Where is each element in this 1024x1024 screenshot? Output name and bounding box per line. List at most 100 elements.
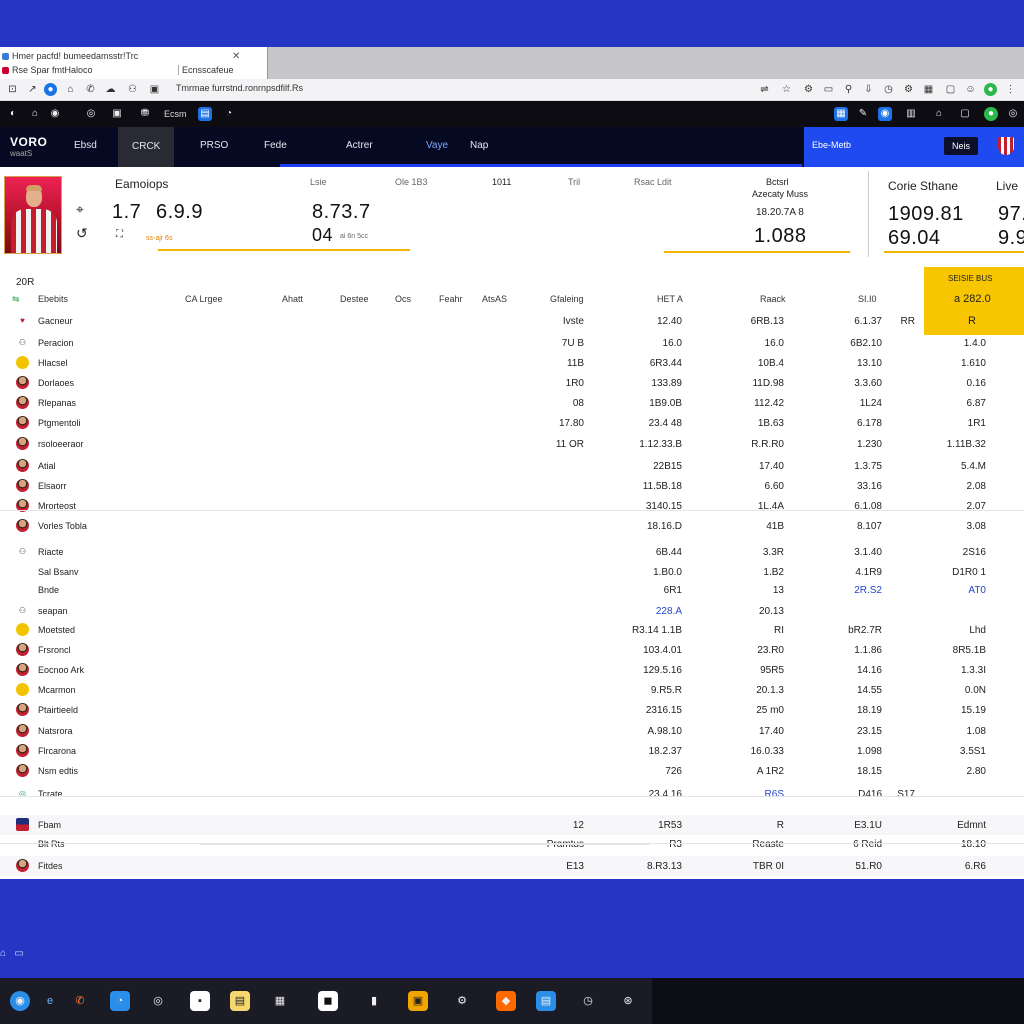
nav-item[interactable]: Nap: [470, 140, 488, 151]
row-name[interactable]: seapan: [38, 606, 68, 616]
shield-icon[interactable]: ◆: [496, 991, 516, 1011]
table-row[interactable]: ◎ Tcrate 23.4 16 R6S D416 S17: [0, 784, 1024, 804]
row-name[interactable]: Mcarmon: [38, 685, 76, 695]
desktop-icons[interactable]: ⌂ ▭: [0, 948, 24, 959]
apps-icon[interactable]: ▦: [922, 83, 935, 96]
row-name[interactable]: Nsm edtis: [38, 766, 78, 776]
row-name[interactable]: Gacneur: [38, 316, 73, 326]
nav-item[interactable]: Actrer: [346, 140, 373, 151]
settings-icon[interactable]: ⚙: [452, 991, 472, 1011]
club-crest-icon[interactable]: [998, 137, 1014, 155]
table-row[interactable]: Ptairtieeld 2316.15 25 m0 18.19 15.19: [0, 700, 1024, 720]
url-field[interactable]: Tmrmae furrstnd.ronrnpsdfilf.Rs: [176, 83, 303, 93]
reload-icon[interactable]: ●: [44, 83, 57, 96]
table-row[interactable]: Ptgmentoli 17.80 23.4 48 1B.63 6.178 1R1: [0, 413, 1024, 433]
row-name[interactable]: Dorlaoes: [38, 378, 74, 388]
row-name[interactable]: Eocnoo Ark: [38, 665, 84, 675]
settings-icon[interactable]: ⚙: [902, 83, 915, 96]
table-row[interactable]: ⚇ seapan 228.A 20.13: [0, 601, 1024, 621]
row-name[interactable]: Hlacsel: [38, 358, 68, 368]
table-row[interactable]: Nsm edtis 726 A 1R2 18.15 2.80: [0, 761, 1024, 781]
active-tab[interactable]: Hmer pacfd! bumeedamsstr!Trc Rse Spar fm…: [0, 47, 268, 79]
table-row[interactable]: Natsrora A.98.10 17.40 23.15 1.08: [0, 721, 1024, 741]
row-name[interactable]: Natsrora: [38, 726, 73, 736]
notes-icon[interactable]: ▣: [408, 991, 428, 1011]
start-icon[interactable]: ◉: [10, 991, 30, 1011]
table-row[interactable]: Vorles Tobla 18.16.D 41B 8.107 3.08: [0, 516, 1024, 536]
row-name[interactable]: Sal Bsanv: [38, 567, 79, 577]
account-button[interactable]: Neis: [944, 137, 979, 155]
phone-icon[interactable]: ✆: [70, 991, 90, 1011]
bookmark-icon[interactable]: ▣: [148, 83, 161, 96]
bookmark-item-icon[interactable]: ▢: [958, 107, 972, 121]
nav-item[interactable]: CRCK: [118, 127, 175, 167]
group-icon[interactable]: ⚇: [126, 83, 139, 96]
star-icon[interactable]: ☆: [780, 83, 793, 96]
bookmark-item-icon[interactable]: ▣: [110, 107, 124, 121]
table-row[interactable]: ⚇ Peracion 7U B 16.0 16.0 6B2.10 1.4.0: [0, 333, 1024, 353]
bookmark-item-icon[interactable]: ✎: [856, 107, 870, 121]
history-icon[interactable]: ◷: [882, 83, 895, 96]
table-row[interactable]: Mcarmon 9.R5.R 20.1.3 14.55 0.0N: [0, 680, 1024, 700]
cloud-icon[interactable]: ☁: [104, 83, 117, 96]
table-row[interactable]: Mrorteost 3140.15 1L.4A 6.1.08 2.07: [0, 496, 1024, 516]
row-name[interactable]: Blt Rts: [38, 839, 65, 849]
nav-item[interactable]: PRSO: [200, 140, 228, 151]
row-name[interactable]: Elsaorr: [38, 481, 67, 491]
row-name[interactable]: Peracion: [38, 338, 74, 348]
row-name[interactable]: Frsroncl: [38, 645, 71, 655]
phone-icon[interactable]: ✆: [84, 83, 97, 96]
table-row[interactable]: Rlepanas 08 1B9.0B 112.42 1L24 6.87: [0, 393, 1024, 413]
column-header[interactable]: Raack: [760, 294, 786, 304]
column-header[interactable]: CA Lrgee: [185, 294, 223, 304]
nav-item[interactable]: Ebsd: [74, 140, 97, 151]
row-name[interactable]: Atial: [38, 461, 56, 471]
column-header[interactable]: Ahatt: [282, 294, 303, 304]
bookmark-item-icon[interactable]: ▥: [904, 107, 918, 121]
table-row[interactable]: rsoloeeraor 11 OR 1.12.33.B R.R.R0 1.230 1.11…: [0, 434, 1024, 454]
store-icon[interactable]: ◔: [110, 991, 130, 1011]
table-row[interactable]: Sal Bsanv 1.B0.0 1.B2 4.1R9 D1R0 1: [0, 562, 1024, 582]
table-row[interactable]: ♥ Gacneur Ivste 12.40 6RB.13 6.1.37 RR: [0, 311, 1024, 331]
sync-icon[interactable]: ●: [984, 83, 997, 96]
bookmark-item-icon[interactable]: ◉: [48, 107, 62, 121]
share-icon[interactable]: ⇌: [758, 83, 771, 96]
column-header[interactable]: Gfaleing: [550, 294, 584, 304]
row-name[interactable]: Ptairtieeld: [38, 705, 78, 715]
window-icon[interactable]: ◼: [318, 991, 338, 1011]
row-name[interactable]: rsoloeeraor: [38, 439, 84, 449]
bookmark-item-icon[interactable]: ◉: [878, 107, 892, 121]
column-header[interactable]: Destee: [340, 294, 369, 304]
column-header[interactable]: AtsAS: [482, 294, 507, 304]
battery-icon[interactable]: ▮: [364, 991, 384, 1011]
row-name[interactable]: Vorles Tobla: [38, 521, 87, 531]
row-name[interactable]: Rlepanas: [38, 398, 76, 408]
profile-icon[interactable]: ☺: [964, 83, 977, 96]
table-row[interactable]: Flrcarona 18.2.37 16.0.33 1.098 3.5S1: [0, 741, 1024, 761]
table-row[interactable]: Atial 22B15 17.40 1.3.75 5.4.M: [0, 456, 1024, 476]
bookmark-item-icon[interactable]: ◎: [1006, 107, 1020, 121]
row-name[interactable]: Moetsted: [38, 625, 75, 635]
pin-icon[interactable]: ⚲: [842, 83, 855, 96]
row-name[interactable]: Riacte: [38, 547, 64, 557]
tabs-icon[interactable]: ▢: [944, 83, 957, 96]
row-name[interactable]: Tcrate: [38, 789, 63, 799]
back-icon[interactable]: ⊡: [6, 83, 19, 96]
nav-item[interactable]: Fede: [264, 140, 287, 151]
bookmark-item-icon[interactable]: ⛃: [138, 107, 152, 121]
bookmark-item-icon[interactable]: ◔: [222, 107, 236, 121]
table-row[interactable]: Dorlaoes 1R0 133.89 11D.98 3.3.60 0.16: [0, 373, 1024, 393]
browser-icon[interactable]: e: [40, 991, 60, 1011]
bookmark-item-icon[interactable]: ◐: [6, 107, 20, 121]
column-header[interactable]: SI.I0: [858, 294, 877, 304]
column-header[interactable]: Feahr: [439, 294, 463, 304]
home-icon[interactable]: ⌂: [28, 107, 42, 121]
menu-icon[interactable]: ⋮: [1004, 83, 1017, 96]
download-icon[interactable]: ⇩: [862, 83, 875, 96]
table-row[interactable]: Moetsted R3.14 1.1B RI bR2.7R Lhd: [0, 620, 1024, 640]
home-icon[interactable]: ⌂: [64, 83, 77, 96]
bookmark-item-icon[interactable]: ◎: [84, 107, 98, 121]
table-row[interactable]: Bnde 6R1 13 2R.S2 AT0: [0, 580, 1024, 600]
nav-item-active[interactable]: Vaye: [426, 140, 448, 151]
column-header[interactable]: HET A: [657, 294, 683, 304]
